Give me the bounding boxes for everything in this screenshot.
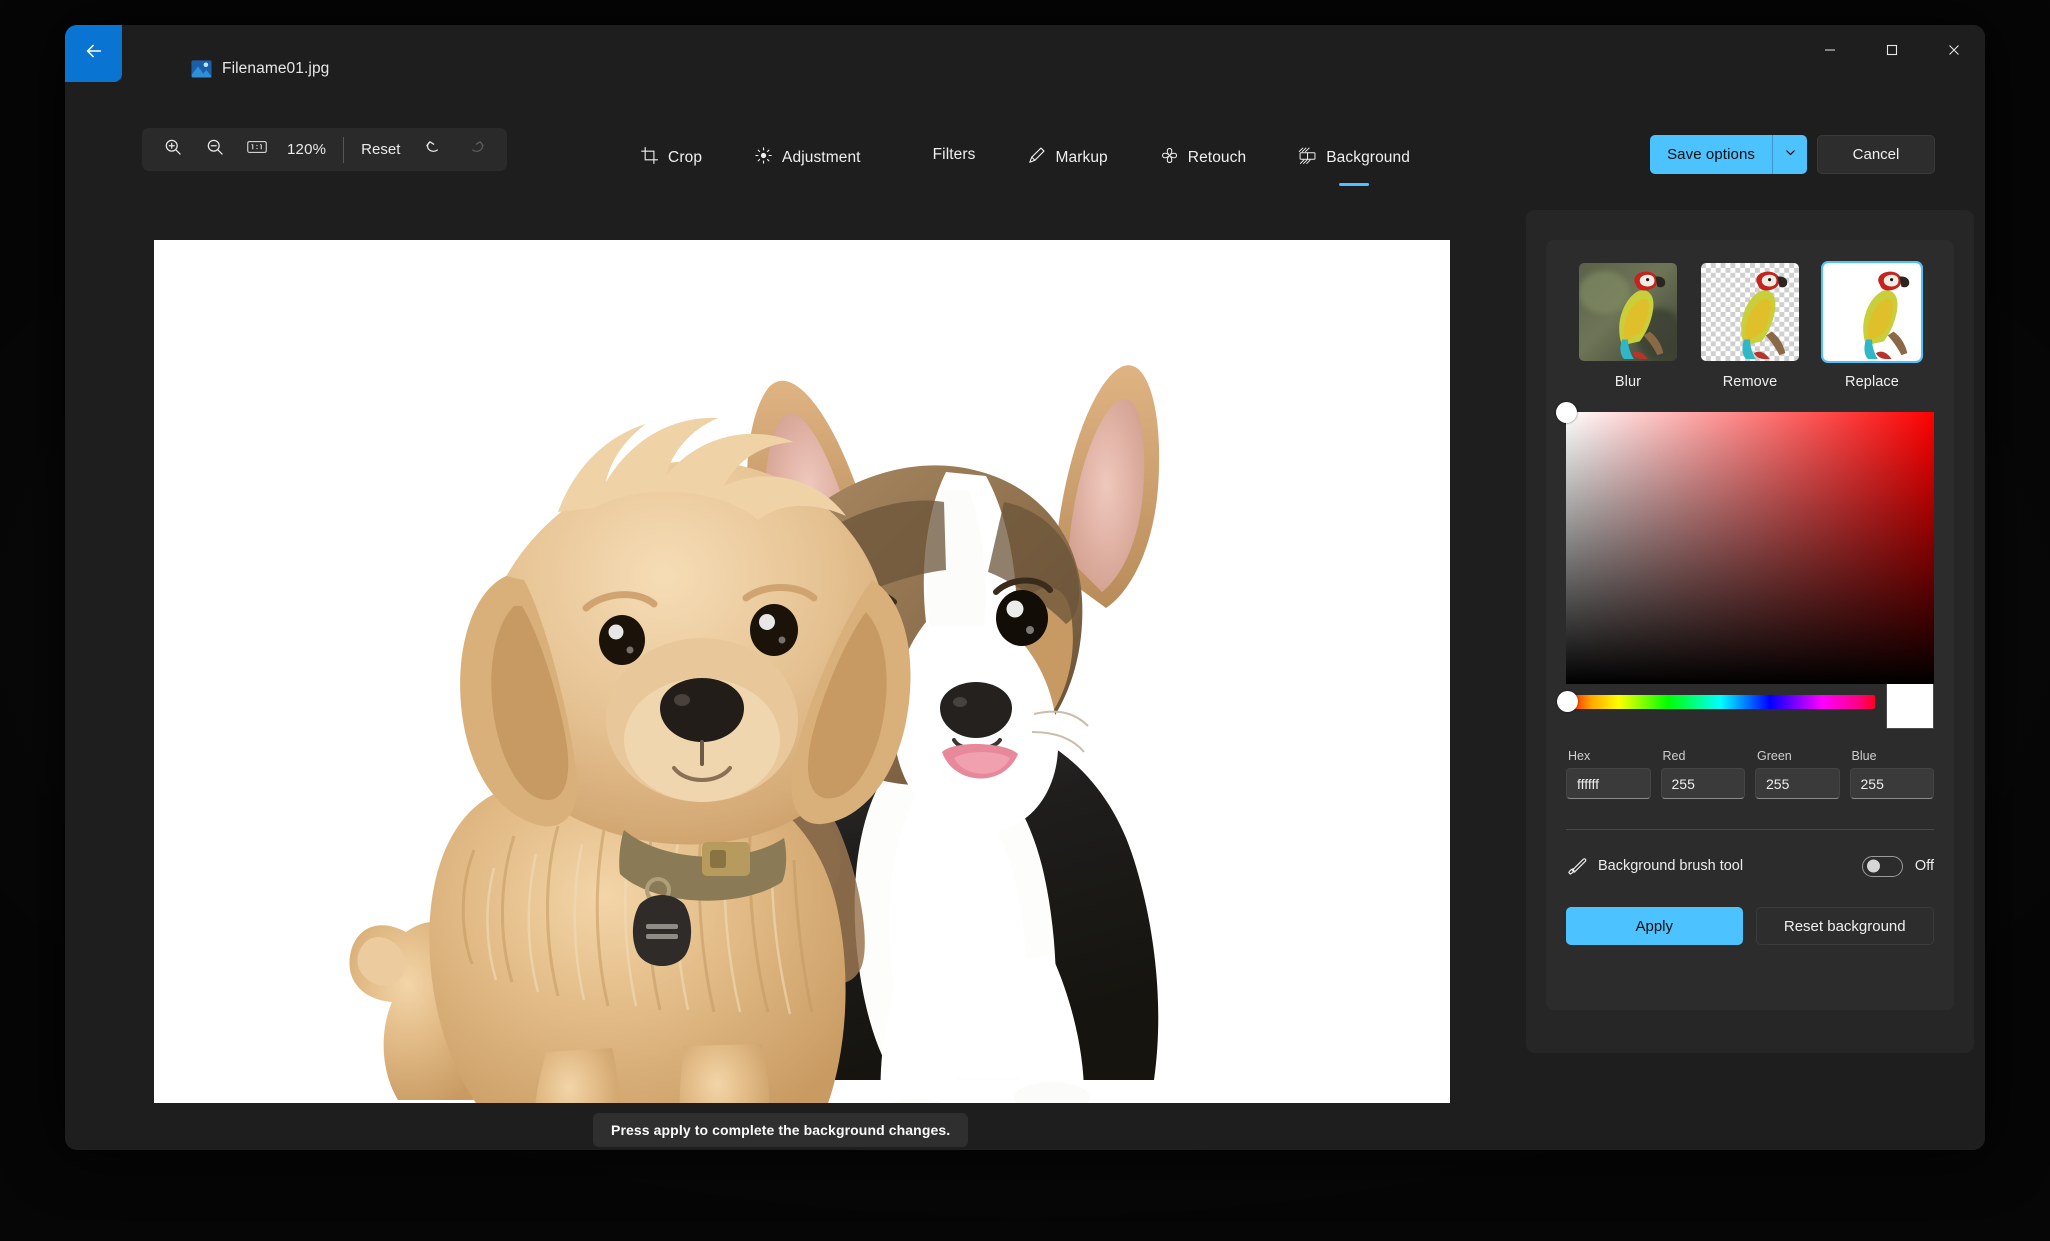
- arrow-left-icon: [83, 40, 105, 67]
- green-field-label: Green: [1757, 749, 1792, 763]
- zoom-controls-group: 120% Reset: [142, 128, 508, 171]
- crop-icon: [640, 146, 659, 170]
- green-field-group: Green 255: [1755, 749, 1840, 799]
- apply-button[interactable]: Apply: [1566, 907, 1743, 945]
- file-name-label: Filename01.jpg: [222, 60, 330, 77]
- reset-zoom-button[interactable]: Reset: [348, 135, 413, 164]
- zoom-in-icon: [163, 137, 183, 162]
- close-icon: [1947, 43, 1961, 62]
- one-to-one-icon: [247, 137, 267, 162]
- hue-row: [1557, 681, 1934, 729]
- toggle-knob: [1866, 859, 1880, 873]
- brush-icon: [1566, 855, 1588, 877]
- color-picker: Hex ffffff Red 255 Green 255 Blue 255: [1556, 402, 1934, 799]
- back-button[interactable]: [65, 25, 122, 82]
- tab-crop[interactable]: Crop: [622, 139, 720, 174]
- tab-markup-label: Markup: [1055, 149, 1108, 166]
- status-toast: Press apply to complete the background c…: [593, 1113, 969, 1147]
- retouch-icon: [1160, 146, 1179, 170]
- background-mode-remove-label: Remove: [1722, 374, 1778, 390]
- zoom-level-label[interactable]: 120%: [278, 141, 339, 158]
- canvas-area: Press apply to complete the background c…: [65, 183, 1515, 1150]
- tab-markup[interactable]: Markup: [1009, 139, 1125, 174]
- reset-background-button[interactable]: Reset background: [1755, 907, 1934, 945]
- background-icon: [1298, 146, 1317, 170]
- toolbar-divider: [343, 136, 345, 163]
- actual-size-button[interactable]: [236, 129, 278, 171]
- brightness-icon: [754, 146, 773, 170]
- blue-field-group: Blue 255: [1849, 749, 1934, 799]
- minimize-button[interactable]: [1799, 25, 1861, 79]
- red-field-group: Red 255: [1660, 749, 1745, 799]
- hue-slider[interactable]: [1557, 691, 1875, 712]
- photo-editor-window: Filename01.jpg 120% Reset Crop Adjustmen…: [65, 25, 1985, 1150]
- title-bar: Filename01.jpg: [65, 25, 1985, 87]
- editor-tabs: Crop Adjustment Filters Markup Retouch B…: [614, 139, 1436, 186]
- red-field-label: Red: [1662, 749, 1686, 763]
- background-brush-row: Background brush tool Off: [1566, 855, 1934, 877]
- redo-button[interactable]: [455, 129, 497, 171]
- background-mode-blur[interactable]: Blur: [1577, 261, 1679, 390]
- remove-thumbnail: [1699, 261, 1801, 363]
- minimize-icon: [1823, 43, 1837, 62]
- background-options-card: Blur Remove Replace Hex ffffff Red 255 G…: [1546, 240, 1954, 1010]
- cancel-button[interactable]: Cancel: [1817, 135, 1935, 174]
- window-controls: [1799, 25, 1985, 79]
- background-mode-remove[interactable]: Remove: [1699, 261, 1801, 390]
- image-file-icon: [191, 60, 212, 79]
- redo-icon: [466, 137, 486, 162]
- tab-filters-label: Filters: [932, 146, 976, 163]
- screen: Filename01.jpg 120% Reset Crop Adjustmen…: [0, 0, 2050, 1241]
- zoom-out-icon: [205, 137, 225, 162]
- background-brush-label: Background brush tool: [1598, 858, 1744, 874]
- blue-input[interactable]: 255: [1849, 768, 1934, 799]
- maximize-button[interactable]: [1861, 25, 1923, 79]
- save-options-button[interactable]: Save options: [1650, 135, 1807, 174]
- red-input[interactable]: 255: [1660, 768, 1745, 799]
- pen-icon: [1027, 146, 1046, 170]
- background-panel: Blur Remove Replace Hex ffffff Red 255 G…: [1526, 210, 1974, 1053]
- undo-icon: [424, 137, 444, 162]
- toolbar: 120% Reset Crop Adjustment Filters Marku…: [65, 87, 1985, 186]
- hex-input[interactable]: ffffff: [1566, 768, 1651, 799]
- tab-crop-label: Crop: [668, 149, 703, 166]
- tab-retouch-label: Retouch: [1187, 149, 1247, 166]
- close-button[interactable]: [1923, 25, 1985, 79]
- tab-retouch[interactable]: Retouch: [1142, 139, 1264, 174]
- background-action-buttons: Apply Reset background: [1566, 907, 1934, 945]
- chevron-down-icon: [1784, 146, 1797, 164]
- undo-button[interactable]: [413, 129, 455, 171]
- hex-field-label: Hex: [1568, 749, 1591, 763]
- edited-photo[interactable]: [154, 240, 1450, 1103]
- tab-adjustment[interactable]: Adjustment: [736, 139, 879, 174]
- save-options-dropdown[interactable]: [1773, 135, 1807, 174]
- background-mode-replace-label: Replace: [1845, 374, 1899, 390]
- background-brush-toggle[interactable]: [1861, 855, 1903, 877]
- saturation-value-area[interactable]: [1556, 402, 1934, 684]
- blur-thumbnail: [1577, 261, 1679, 363]
- save-options-label: Save options: [1667, 146, 1755, 163]
- tab-background-label: Background: [1326, 149, 1410, 166]
- maximize-icon: [1885, 43, 1899, 62]
- color-value-fields: Hex ffffff Red 255 Green 255 Blue 255: [1566, 749, 1934, 799]
- tab-adjustment-label: Adjustment: [782, 149, 861, 166]
- color-preview-swatch: [1886, 681, 1934, 729]
- blue-field-label: Blue: [1851, 749, 1877, 763]
- panel-divider: [1566, 829, 1934, 830]
- hue-handle[interactable]: [1557, 691, 1578, 712]
- replace-thumbnail: [1821, 261, 1923, 363]
- hex-field-group: Hex ffffff: [1566, 749, 1651, 799]
- zoom-out-button[interactable]: [194, 129, 236, 171]
- tab-background[interactable]: Background: [1280, 139, 1428, 186]
- saturation-value-handle[interactable]: [1556, 402, 1577, 423]
- green-input[interactable]: 255: [1755, 768, 1840, 799]
- tab-filters[interactable]: Filters: [915, 139, 994, 168]
- background-mode-replace[interactable]: Replace: [1821, 261, 1923, 390]
- background-brush-state: Off: [1914, 858, 1934, 874]
- zoom-in-button[interactable]: [152, 129, 194, 171]
- background-mode-blur-label: Blur: [1614, 374, 1642, 390]
- background-mode-list: Blur Remove Replace: [1566, 261, 1934, 390]
- right-panel-region: Blur Remove Replace Hex ffffff Red 255 G…: [1515, 183, 1985, 1150]
